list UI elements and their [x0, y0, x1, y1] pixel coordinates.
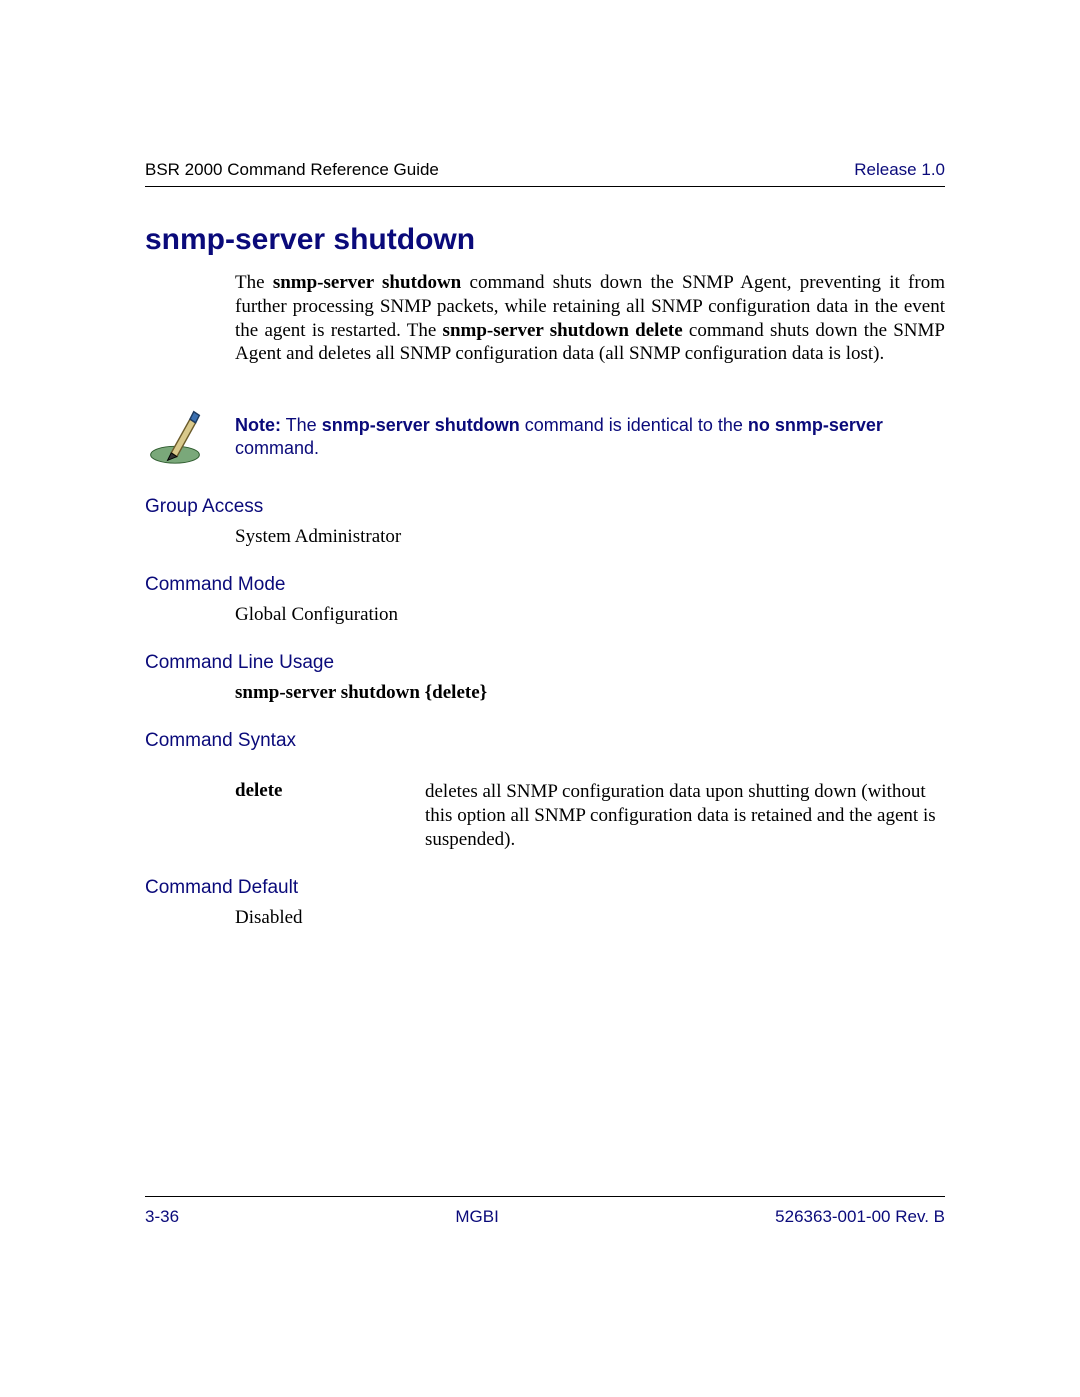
note-block: Note: The snmp-server shutdown command i…	[145, 406, 945, 466]
header-guide-title: BSR 2000 Command Reference Guide	[145, 160, 439, 180]
note-cmd-1: snmp-server shutdown	[322, 415, 520, 435]
note-icon	[145, 406, 205, 466]
command-title: snmp-server shutdown	[145, 223, 945, 257]
intro-cmd-2: snmp-server shutdown delete	[443, 320, 683, 341]
document-page: BSR 2000 Command Reference Guide Release…	[0, 0, 1080, 1397]
header-release: Release 1.0	[854, 160, 945, 180]
command-mode-label: Command Mode	[145, 574, 945, 596]
page-footer: 3-36 MGBI 526363-001-00 Rev. B	[145, 1196, 945, 1227]
intro-text: The	[235, 272, 273, 293]
command-default-value: Disabled	[235, 907, 945, 929]
footer-page-number: 3-36	[145, 1207, 179, 1227]
note-text-part: command is identical to the	[520, 415, 748, 435]
footer-center: MGBI	[455, 1207, 498, 1227]
group-access-value: System Administrator	[235, 526, 945, 548]
command-syntax-label: Command Syntax	[145, 730, 945, 752]
page-header: BSR 2000 Command Reference Guide Release…	[145, 160, 945, 187]
note-text-part: The	[281, 415, 322, 435]
note-cmd-2: no snmp-server	[748, 415, 883, 435]
syntax-keyword: delete	[235, 780, 425, 851]
note-text-part: command.	[235, 438, 319, 458]
group-access-label: Group Access	[145, 496, 945, 518]
command-default-label: Command Default	[145, 877, 945, 899]
intro-cmd-1: snmp-server shutdown	[273, 272, 461, 293]
syntax-description: deletes all SNMP configuration data upon…	[425, 780, 945, 851]
command-line-usage-value: snmp-server shutdown {delete}	[235, 682, 945, 704]
command-line-usage-label: Command Line Usage	[145, 652, 945, 674]
note-text: Note: The snmp-server shutdown command i…	[235, 414, 945, 461]
syntax-row: delete deletes all SNMP configuration da…	[235, 780, 945, 851]
footer-doc-rev: 526363-001-00 Rev. B	[775, 1207, 945, 1227]
command-mode-value: Global Configuration	[235, 604, 945, 626]
intro-paragraph: The snmp-server shutdown command shuts d…	[235, 271, 945, 366]
note-label: Note:	[235, 415, 281, 435]
